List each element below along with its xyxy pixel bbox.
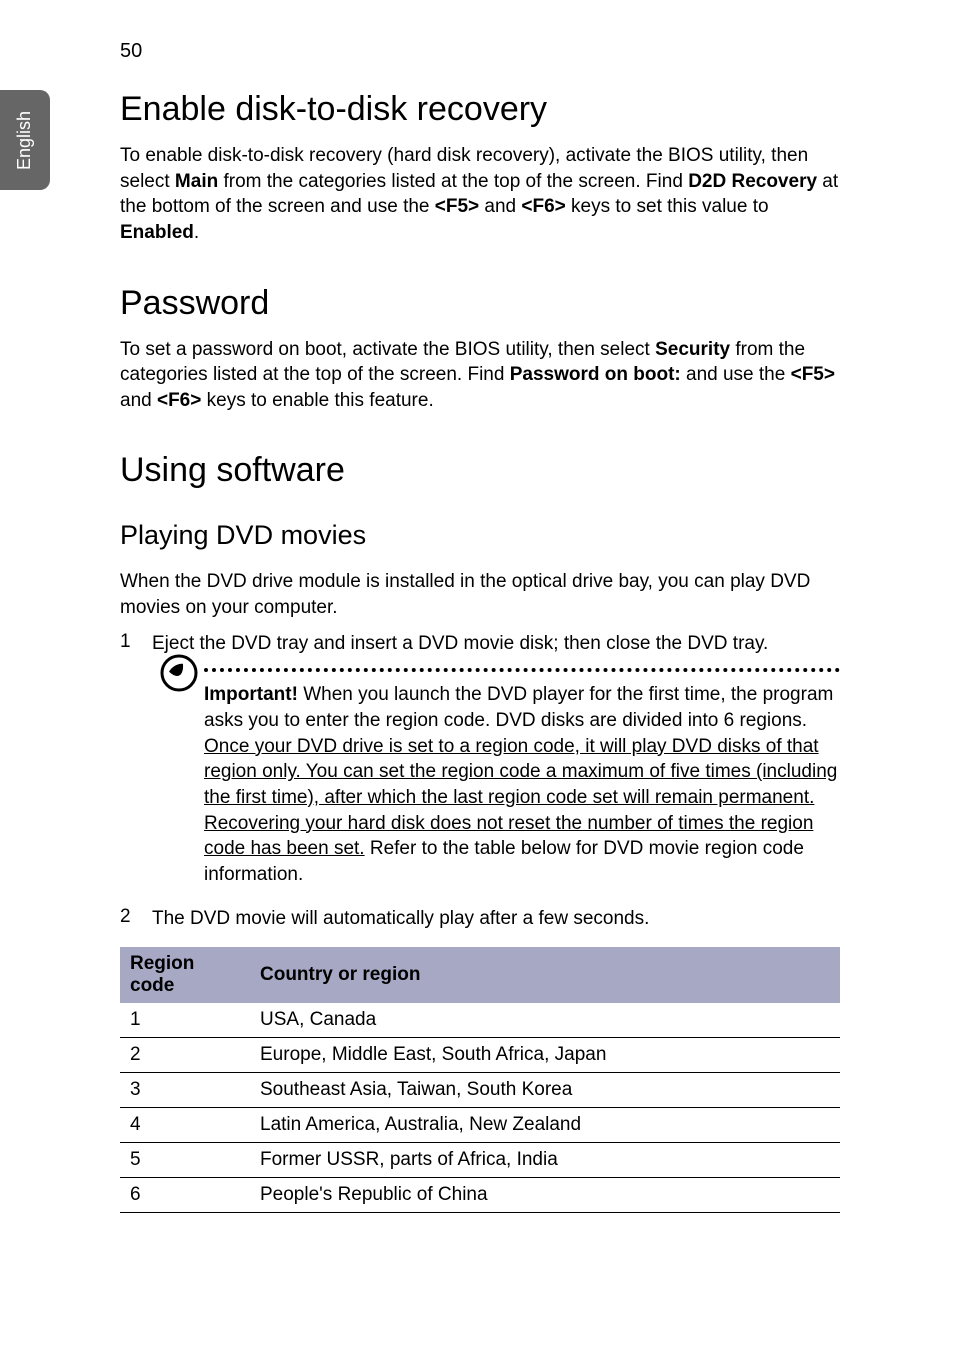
- table-cell: People's Republic of China: [250, 1178, 840, 1213]
- text: To set a password on boot, activate the …: [120, 339, 655, 360]
- region-code-table: Region code Country or region 1 USA, Can…: [120, 947, 840, 1213]
- table-row: 5 Former USSR, parts of Africa, India: [120, 1143, 840, 1178]
- list-item: 1 Eject the DVD tray and insert a DVD mo…: [120, 631, 840, 657]
- text: and: [479, 196, 521, 217]
- para-d2d: To enable disk-to-disk recovery (hard di…: [120, 143, 840, 246]
- subheading-playing-dvd: Playing DVD movies: [120, 520, 840, 551]
- text-bold: <F6>: [521, 196, 565, 217]
- page-number: 50: [120, 40, 142, 63]
- table-header: Region code: [120, 947, 250, 1003]
- text-bold: Important!: [204, 684, 298, 705]
- language-tab: English: [0, 90, 50, 190]
- text-bold: Enabled: [120, 222, 194, 243]
- table-header-row: Region code Country or region: [120, 947, 840, 1003]
- table-cell: USA, Canada: [250, 1003, 840, 1038]
- text: keys to set this value to: [566, 196, 769, 217]
- text-bold: Security: [655, 339, 730, 360]
- text: When you launch the DVD player for the f…: [204, 684, 833, 731]
- text-bold: <F5>: [791, 364, 835, 385]
- main-content: Enable disk-to-disk recovery To enable d…: [120, 90, 840, 1213]
- table-cell: Latin America, Australia, New Zealand: [250, 1108, 840, 1143]
- text-bold: <F5>: [435, 196, 479, 217]
- language-label: English: [15, 110, 36, 169]
- table-cell: Southeast Asia, Taiwan, South Korea: [250, 1073, 840, 1108]
- heading-using-software: Using software: [120, 451, 840, 490]
- para-dvd-intro: When the DVD drive module is installed i…: [120, 569, 840, 620]
- table-cell: Former USSR, parts of Africa, India: [250, 1143, 840, 1178]
- table-row: 1 USA, Canada: [120, 1003, 840, 1038]
- note-divider: [204, 668, 840, 672]
- note-text: Important! When you launch the DVD playe…: [204, 682, 840, 887]
- table-cell: 2: [120, 1038, 250, 1073]
- table-row: 4 Latin America, Australia, New Zealand: [120, 1108, 840, 1143]
- text: and: [120, 390, 157, 411]
- text: and use the: [681, 364, 791, 385]
- table-cell: 6: [120, 1178, 250, 1213]
- text: keys to enable this feature.: [201, 390, 433, 411]
- step-number: 1: [120, 631, 152, 657]
- table-cell: 4: [120, 1108, 250, 1143]
- para-password: To set a password on boot, activate the …: [120, 337, 840, 414]
- info-icon: [160, 654, 198, 697]
- text: .: [194, 222, 199, 243]
- table-row: 6 People's Republic of China: [120, 1178, 840, 1213]
- table-cell: 1: [120, 1003, 250, 1038]
- heading-enable-d2d: Enable disk-to-disk recovery: [120, 90, 840, 129]
- step-number: 2: [120, 906, 152, 932]
- text-bold: D2D Recovery: [688, 171, 817, 192]
- table-cell: Europe, Middle East, South Africa, Japan: [250, 1038, 840, 1073]
- table-cell: 3: [120, 1073, 250, 1108]
- text: from the categories listed at the top of…: [218, 171, 688, 192]
- list-item: 2 The DVD movie will automatically play …: [120, 906, 840, 932]
- step-text: Eject the DVD tray and insert a DVD movi…: [152, 631, 768, 657]
- table-cell: 5: [120, 1143, 250, 1178]
- text-bold: <F6>: [157, 390, 201, 411]
- note-block: Important! When you launch the DVD playe…: [160, 668, 840, 887]
- step-text: The DVD movie will automatically play af…: [152, 906, 649, 932]
- text-bold: Main: [175, 171, 218, 192]
- table-row: 3 Southeast Asia, Taiwan, South Korea: [120, 1073, 840, 1108]
- text-bold: Password on boot:: [510, 364, 681, 385]
- table-header: Country or region: [250, 947, 840, 1003]
- table-row: 2 Europe, Middle East, South Africa, Jap…: [120, 1038, 840, 1073]
- heading-password: Password: [120, 284, 840, 323]
